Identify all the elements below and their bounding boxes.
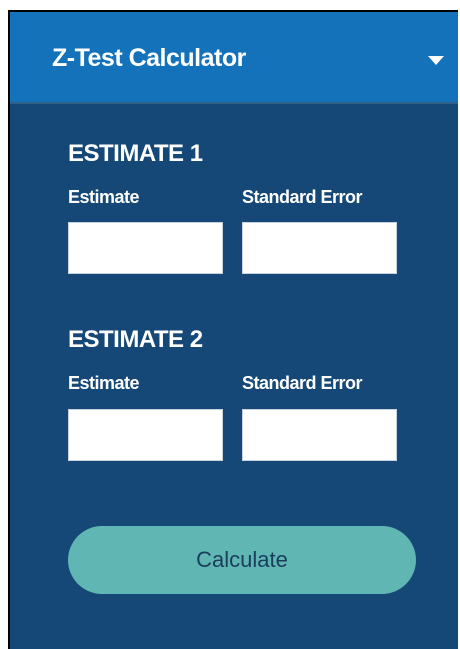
panel-header[interactable]: Z-Test Calculator <box>10 12 458 104</box>
estimate-1-se-label: Standard Error <box>242 187 363 207</box>
caret-down-icon[interactable] <box>428 56 444 65</box>
estimate-2-heading: ESTIMATE 2 <box>68 326 203 353</box>
z-test-calculator-panel: Z-Test Calculator ESTIMATE 1 Estimate St… <box>8 10 458 649</box>
estimate-1-se-input[interactable] <box>242 222 397 274</box>
calculate-button[interactable]: Calculate <box>68 526 416 594</box>
estimate-1-estimate-label: Estimate <box>68 187 140 207</box>
estimate-2-estimate-input[interactable] <box>68 409 223 461</box>
panel-title: Z-Test Calculator <box>52 44 246 72</box>
estimate-1-heading: ESTIMATE 1 <box>68 140 203 167</box>
estimate-2-se-input[interactable] <box>242 409 397 461</box>
estimate-1-estimate-input[interactable] <box>68 222 223 274</box>
estimate-2-se-label: Standard Error <box>242 373 363 393</box>
estimate-2-estimate-label: Estimate <box>68 373 140 393</box>
